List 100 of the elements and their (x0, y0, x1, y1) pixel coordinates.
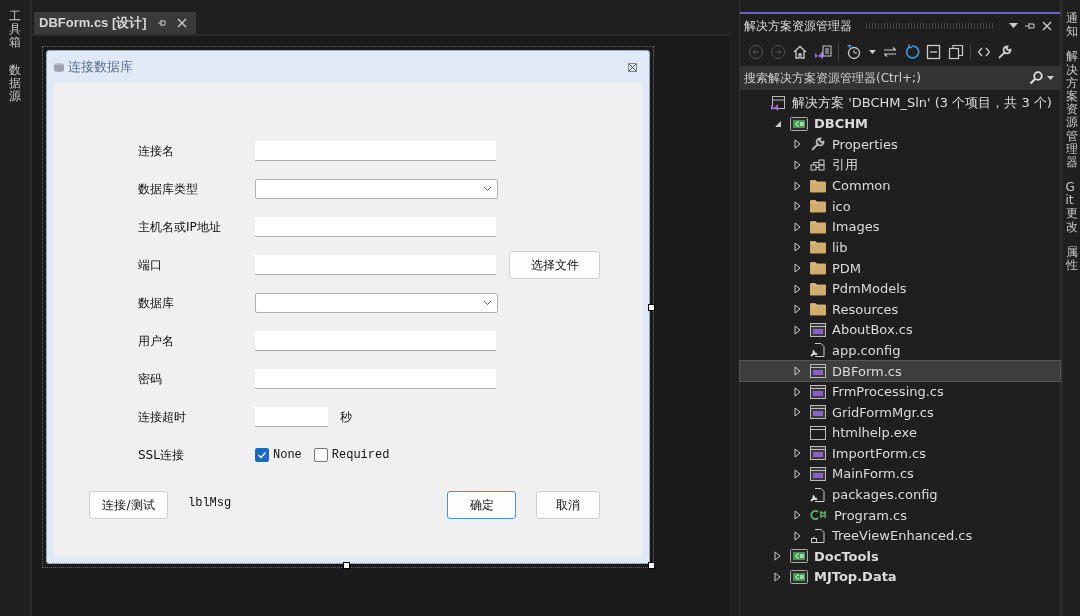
search-field[interactable]: 搜索解决方案资源管理器(Ctrl+;) (744, 71, 1025, 85)
tree-item[interactable]: AboutBox.cs (740, 319, 1060, 341)
collapsed-icon[interactable] (794, 160, 801, 171)
text-field[interactable] (255, 255, 496, 275)
home-icon[interactable] (792, 44, 808, 60)
side-tab[interactable]: 数据源 (9, 63, 21, 104)
tree-item[interactable]: lib (740, 237, 1060, 258)
collapsed-icon[interactable] (794, 448, 801, 459)
resize-handle[interactable] (343, 562, 350, 569)
dropdown-caret-icon[interactable] (1009, 23, 1018, 29)
tree-item[interactable]: DBForm.cs (740, 360, 1060, 382)
test-connection-button[interactable]: 连接/测试 (89, 491, 168, 519)
resize-handle[interactable] (648, 304, 655, 311)
folder-icon (810, 219, 826, 234)
side-tab[interactable]: 工具箱 (9, 10, 21, 50)
collapsed-icon[interactable] (794, 530, 801, 541)
switch-views-icon[interactable] (814, 44, 832, 60)
solution-icon (770, 95, 786, 112)
collapsed-icon[interactable] (794, 324, 801, 335)
collapsed-icon[interactable] (794, 469, 801, 479)
side-tab[interactable]: 属性 (1065, 245, 1078, 273)
search-bar[interactable]: 搜索解决方案资源管理器(Ctrl+;) (740, 66, 1060, 90)
field-label: 用户名 (138, 332, 175, 350)
references-icon (810, 158, 826, 173)
close-icon[interactable] (628, 62, 637, 72)
wrench-icon[interactable] (997, 44, 1013, 60)
form-file-icon (810, 405, 826, 420)
collapsed-icon[interactable] (794, 283, 801, 294)
collapsed-icon[interactable] (794, 180, 801, 191)
tree-item[interactable]: app.config (740, 340, 1060, 361)
tree-item[interactable]: ImportForm.cs (740, 443, 1060, 464)
folder-icon (810, 240, 826, 255)
collapsed-icon[interactable] (794, 139, 801, 150)
tree-item[interactable]: PDM (740, 257, 1060, 279)
tree-item[interactable]: GridFormMgr.cs (740, 401, 1060, 423)
collapse-all-icon[interactable] (926, 44, 942, 60)
collapsed-icon[interactable] (794, 407, 801, 418)
copy-icon[interactable] (948, 44, 964, 60)
tree-item[interactable]: htmlhelp.exe (740, 422, 1060, 444)
collapsed-icon[interactable] (794, 263, 801, 274)
collapsed-icon[interactable] (794, 366, 801, 376)
tree-item[interactable]: 解决方案 'DBCHM_Sln' (3 个项目，共 3 个) (740, 93, 1060, 114)
choose-file-button[interactable]: 选择文件 (509, 251, 600, 279)
pin-icon[interactable] (156, 18, 167, 28)
text-field[interactable] (255, 141, 496, 161)
collapsed-icon[interactable] (794, 242, 801, 253)
history-icon[interactable] (845, 44, 863, 60)
field-label: 密码 (138, 370, 163, 388)
tree-item[interactable]: MJTop.Data (740, 566, 1060, 588)
tree-item[interactable]: PdmModels (740, 278, 1060, 299)
sync-icon[interactable] (882, 44, 898, 60)
text-field[interactable] (255, 369, 496, 389)
code-icon[interactable] (977, 45, 991, 59)
tree-item[interactable]: 引用 (740, 154, 1060, 176)
side-tab[interactable]: 解决方案资源管理器 (1065, 50, 1078, 170)
collapsed-icon[interactable] (794, 510, 801, 521)
collapsed-icon[interactable] (794, 386, 801, 397)
tree-item[interactable]: Common (740, 175, 1060, 196)
form-file-icon (810, 364, 826, 378)
collapsed-icon[interactable] (794, 221, 801, 232)
dropdown-caret-icon[interactable] (869, 49, 876, 55)
collapsed-icon[interactable] (794, 304, 801, 315)
tree-item[interactable]: Resources (740, 298, 1060, 320)
text-field[interactable] (255, 217, 496, 237)
collapsed-icon[interactable] (774, 551, 781, 562)
form-file-icon (810, 384, 826, 399)
collapsed-icon[interactable] (794, 201, 801, 212)
chevron-icon (483, 300, 492, 306)
tree-item[interactable]: DocTools (740, 546, 1060, 567)
collapsed-icon[interactable] (774, 571, 781, 582)
tree-item[interactable]: DBCHM (740, 113, 1060, 135)
document-tab[interactable]: DBForm.cs [设计] (34, 12, 196, 34)
text-field[interactable] (255, 331, 496, 351)
text-field[interactable] (255, 407, 328, 427)
checkbox[interactable]: None (255, 448, 302, 462)
tree-item[interactable]: packages.config (740, 484, 1060, 505)
field-label: 端口 (138, 256, 163, 274)
tree-item[interactable]: Images (740, 216, 1060, 238)
tree-item[interactable]: TreeViewEnhanced.cs (740, 525, 1060, 547)
field-label: SSL连接 (138, 446, 185, 464)
refresh-icon[interactable] (904, 44, 920, 60)
tree-item[interactable]: MainForm.cs (740, 463, 1060, 485)
tree-item[interactable]: FrmProcessing.cs (740, 381, 1060, 402)
expanded-icon[interactable] (774, 119, 782, 128)
side-tab[interactable]: Git 更改 (1065, 181, 1078, 234)
dropdown-caret-icon[interactable] (1047, 75, 1054, 81)
csharp-file-icon (810, 509, 828, 522)
csharp-project-icon (790, 116, 808, 131)
resize-handle[interactable] (648, 562, 655, 569)
tree-item[interactable]: ico (740, 195, 1060, 217)
search-icon[interactable] (1029, 71, 1043, 85)
tree-item[interactable]: Properties (740, 134, 1060, 155)
side-tab[interactable]: 通知 (1065, 12, 1078, 39)
tree-item[interactable]: Program.cs (740, 504, 1060, 526)
message-label: lblMsg (188, 496, 232, 510)
ok-button[interactable]: 确定 (447, 491, 516, 519)
unit-label: 秒 (340, 408, 352, 426)
checkbox[interactable]: Required (313, 448, 390, 462)
pin-icon[interactable] (1024, 21, 1036, 31)
cancel-button[interactable]: 取消 (536, 491, 600, 519)
